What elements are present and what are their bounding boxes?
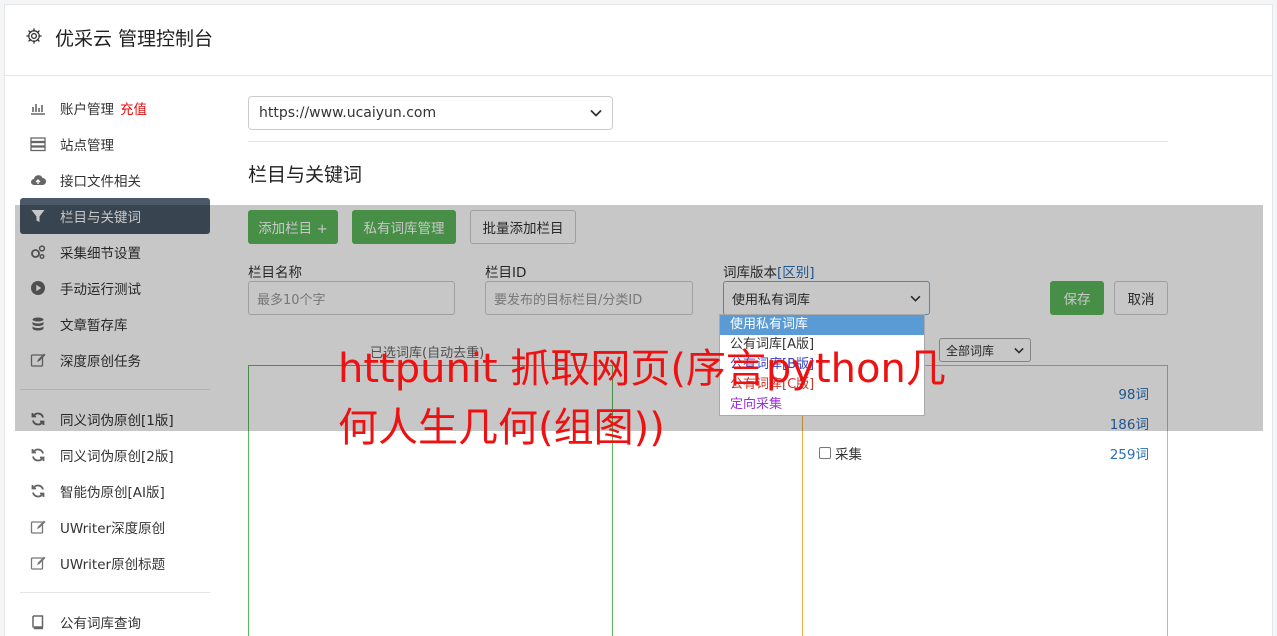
sidebar-divider: [20, 592, 210, 593]
section-title: 栏目与关键词: [248, 164, 363, 186]
sidebar-item-label: 深度原创任务: [60, 354, 141, 370]
sidebar-item-label: 同义词伪原创[1版]: [60, 413, 174, 429]
lib-version-select[interactable]: 使用私有词库: [723, 281, 930, 315]
sidebar-item-label: 文章暂存库: [60, 318, 128, 334]
console-title: 优采云 管理控制台: [55, 28, 214, 50]
refresh-icon: [30, 411, 46, 427]
sidebar-item-label: UWriter深度原创: [60, 521, 166, 537]
column-id-input[interactable]: 要发布的目标栏目/分类ID: [485, 281, 693, 315]
top-bar: 优采云 管理控制台: [5, 5, 1272, 76]
lib-word-count: 186词: [1109, 417, 1149, 433]
sidebar-item-label: 栏目与关键词: [60, 210, 141, 226]
divider: [248, 141, 1168, 142]
sidebar-item-deep-original[interactable]: 深度原创任务: [20, 342, 210, 378]
recharge-link[interactable]: 充值: [120, 98, 147, 118]
sidebar-item-collect-settings[interactable]: 采集细节设置: [20, 234, 210, 270]
sidebar-item-account[interactable]: 账户管理 充值: [20, 90, 210, 126]
site-select[interactable]: https://www.ucaiyun.com: [248, 96, 613, 130]
chevron-down-icon: [590, 105, 602, 121]
chevron-down-icon: [910, 291, 921, 306]
lib-word-count: 98词: [1118, 387, 1149, 403]
dropdown-option[interactable]: 使用私有词库: [720, 315, 924, 335]
sidebar: 账户管理 充值 站点管理 接口文件相关 栏目与关键词 采集细节设置 手动运行测试…: [20, 90, 210, 636]
sidebar-item-label: UWriter原创标题: [60, 557, 166, 573]
refresh-icon: [30, 483, 46, 499]
sidebar-item-manual-run[interactable]: 手动运行测试: [20, 270, 210, 306]
lib-word-count: 259词: [1109, 447, 1149, 463]
batch-add-button[interactable]: 批量添加栏目: [470, 210, 576, 244]
sidebar-item-interface[interactable]: 接口文件相关: [20, 162, 210, 198]
sidebar-item-columns-keywords[interactable]: 栏目与关键词: [20, 198, 210, 234]
save-button[interactable]: 保存: [1050, 281, 1104, 315]
sidebar-item-uwriter-title[interactable]: UWriter原创标题: [20, 545, 210, 581]
sidebar-item-public-lib-query[interactable]: 公有词库查询: [20, 604, 210, 636]
private-lib-button[interactable]: 私有词库管理: [352, 210, 456, 244]
chevron-down-icon: [1014, 343, 1024, 357]
column-name-label: 栏目名称: [248, 265, 302, 281]
server-icon: [30, 136, 46, 152]
article-headline: httpunit 抓取网页(序言python几何人生几何(组图)): [338, 346, 946, 451]
column-name-input[interactable]: 最多10个字: [248, 281, 455, 315]
refresh-icon: [30, 447, 46, 463]
gears-icon: [30, 244, 46, 260]
database-icon: [30, 316, 46, 332]
sidebar-item-label: 公有词库查询: [60, 616, 141, 632]
column-id-label: 栏目ID: [485, 265, 527, 281]
sidebar-item-label: 手动运行测试: [60, 282, 141, 298]
difference-link[interactable]: [区别]: [777, 265, 815, 281]
gear-icon: [25, 27, 43, 45]
sidebar-item-label: 账户管理: [60, 102, 114, 118]
sidebar-item-synonym-v1[interactable]: 同义词伪原创[1版]: [20, 401, 210, 437]
sidebar-item-synonym-v2[interactable]: 同义词伪原创[2版]: [20, 437, 210, 473]
cancel-button[interactable]: 取消: [1114, 281, 1168, 315]
lib-version-text: 词库版本: [723, 265, 777, 281]
sidebar-item-label: 采集细节设置: [60, 246, 141, 262]
play-circle-icon: [30, 280, 46, 296]
sidebar-item-sites[interactable]: 站点管理: [20, 126, 210, 162]
edit-icon: [30, 555, 46, 571]
sidebar-item-ai-rewrite[interactable]: 智能伪原创[AI版]: [20, 473, 210, 509]
bar-chart-icon: [30, 100, 46, 116]
sidebar-item-label: 接口文件相关: [60, 174, 141, 190]
edit-icon: [30, 519, 46, 535]
lib-version-label: 词库版本[区别]: [723, 261, 815, 281]
sidebar-item-label: 站点管理: [60, 138, 114, 154]
sidebar-divider: [20, 389, 210, 390]
site-select-value: https://www.ucaiyun.com: [259, 105, 437, 121]
sidebar-item-article-store[interactable]: 文章暂存库: [20, 306, 210, 342]
filter-icon: [30, 208, 46, 224]
book-icon: [30, 614, 46, 630]
sidebar-item-uwriter-deep[interactable]: UWriter深度原创: [20, 509, 210, 545]
sidebar-item-label: 同义词伪原创[2版]: [60, 449, 174, 465]
cloud-upload-icon: [30, 172, 46, 188]
sidebar-item-label: 智能伪原创[AI版]: [60, 485, 165, 501]
lib-version-value: 使用私有词库: [732, 292, 811, 308]
edit-icon: [30, 352, 46, 368]
add-column-button[interactable]: 添加栏目 +: [248, 210, 338, 244]
